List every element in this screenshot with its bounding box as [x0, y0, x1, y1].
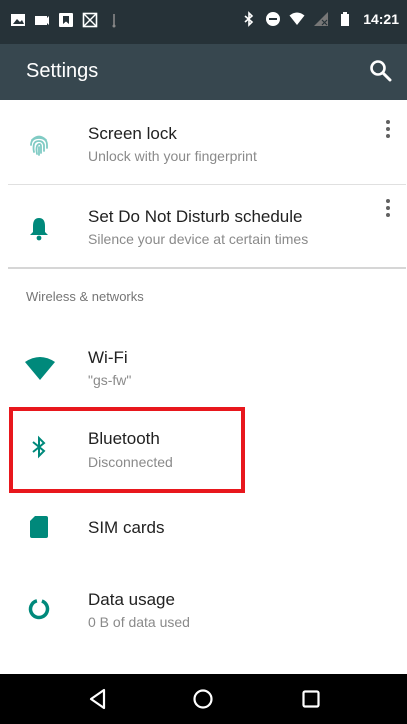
wifi-icon: [289, 12, 305, 25]
bell-icon: [30, 218, 48, 241]
no-sim-icon: [314, 12, 329, 26]
image-notification-icon: [11, 14, 25, 26]
setting-item-title: Wi-Fi: [88, 348, 128, 367]
setting-item-sim-cards[interactable]: SIM cards: [0, 494, 407, 558]
highlight-box: [9, 407, 245, 493]
setting-item-screen-lock[interactable]: Screen lock Unlock with your fingerprint: [0, 100, 407, 184]
navigation-bar: [0, 674, 407, 724]
setting-item-subtitle: Silence your device at certain times: [88, 231, 309, 247]
message-notification-icon: [35, 16, 49, 25]
recents-icon[interactable]: [296, 685, 326, 713]
home-icon[interactable]: [188, 685, 218, 713]
setting-item-data-usage[interactable]: Data usage 0 B of data used: [0, 576, 407, 646]
data-usage-icon: [28, 598, 50, 620]
usb-debug-icon: [112, 14, 116, 28]
setting-item-subtitle: "gs-fw": [88, 372, 132, 388]
bluetooth-icon: [244, 11, 254, 27]
overflow-menu-icon[interactable]: [383, 197, 393, 223]
gallery-notification-icon: [82, 12, 98, 28]
setting-item-title: Set Do Not Disturb schedule: [88, 207, 303, 226]
app-bar: Settings: [0, 44, 407, 100]
do-not-disturb-icon: [266, 12, 281, 26]
setting-item-dnd-schedule[interactable]: Set Do Not Disturb schedule Silence your…: [0, 185, 407, 267]
setting-item-wifi[interactable]: Wi-Fi "gs-fw": [0, 330, 407, 402]
system-status-icons: 14:21: [241, 11, 399, 27]
sim-card-icon: [30, 516, 48, 538]
section-header-wireless: Wireless & networks: [26, 289, 144, 304]
back-icon[interactable]: [84, 685, 114, 713]
setting-item-title: SIM cards: [88, 518, 165, 537]
wifi-icon: [25, 357, 55, 380]
bookmark-notification-icon: [59, 13, 73, 27]
setting-item-title: Screen lock: [88, 124, 177, 143]
overflow-menu-icon[interactable]: [383, 118, 393, 144]
battery-icon: [341, 12, 350, 26]
fingerprint-icon: [30, 135, 48, 156]
search-icon[interactable]: [367, 57, 395, 85]
section-divider: [8, 267, 406, 269]
setting-item-subtitle: Unlock with your fingerprint: [88, 148, 257, 164]
settings-list: Screen lock Unlock with your fingerprint…: [0, 100, 407, 674]
setting-item-subtitle: 0 B of data used: [88, 614, 190, 630]
notification-icons: [10, 12, 122, 28]
status-bar-clock: 14:21: [363, 11, 399, 27]
setting-item-title: Data usage: [88, 590, 175, 609]
page-title: Settings: [26, 60, 99, 82]
status-bar: 14:21: [0, 0, 407, 44]
